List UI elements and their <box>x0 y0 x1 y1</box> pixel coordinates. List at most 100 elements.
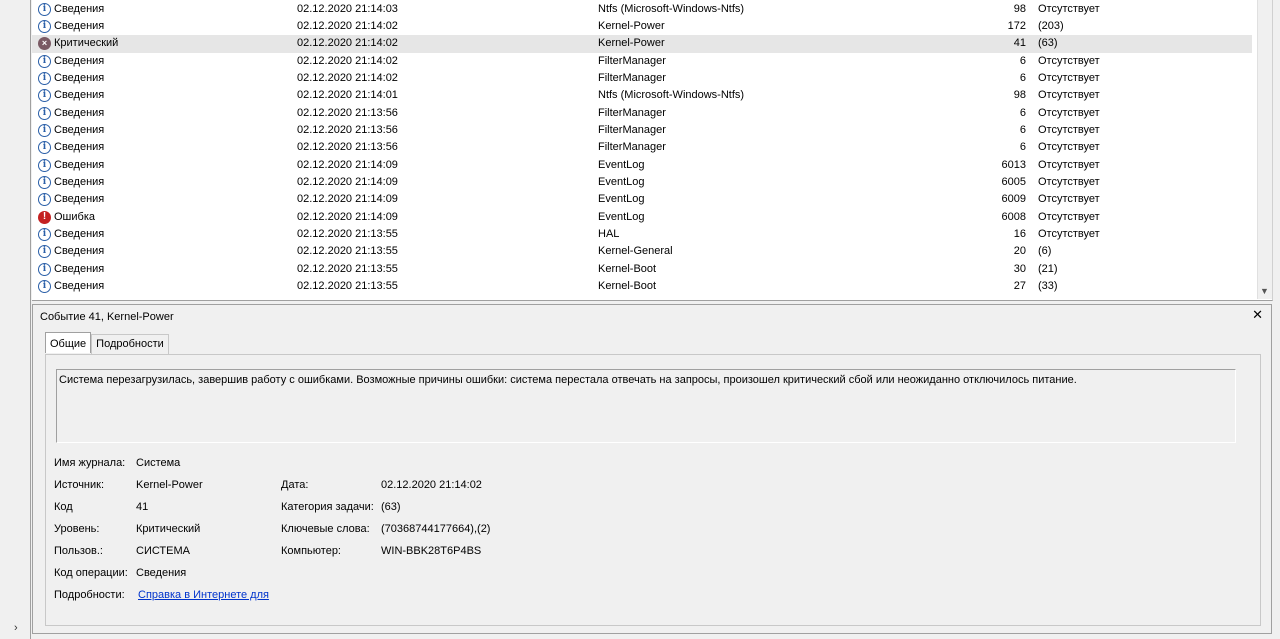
source-cell: EventLog <box>598 176 645 188</box>
info-icon: i <box>38 71 51 85</box>
event-id-cell: 16 <box>1013 228 1026 241</box>
table-row[interactable]: i Сведения 02.12.2020 21:14:02 FilterManage… <box>32 53 1252 70</box>
source-cell: Kernel-Power <box>598 19 665 32</box>
event-id-cell: 98 <box>1013 89 1026 102</box>
level-cell: i Сведения <box>38 261 278 278</box>
tab-details[interactable]: Подробности <box>91 334 169 354</box>
level-cell: i Сведения <box>38 1 278 18</box>
event-id-cell: 6009 <box>1001 193 1026 206</box>
task-category-cell: Отсутствует <box>1038 123 1100 136</box>
table-row[interactable]: i Сведения 02.12.2020 21:13:55 Kernel-Boot 2… <box>32 278 1252 295</box>
table-row[interactable]: i Сведения 02.12.2020 21:13:55 HAL 16 Отсутст… <box>32 226 1252 243</box>
table-row[interactable]: i Сведения 02.12.2020 21:14:09 EventLog 6013… <box>32 157 1252 174</box>
level-cell: i Сведения <box>38 53 278 70</box>
event-details-panel: Событие 41, Kernel-Power ✕ Общие Подробн… <box>32 304 1272 634</box>
level-text: Сведения <box>54 2 105 15</box>
table-row[interactable]: i Сведения 02.12.2020 21:13:56 FilterManage… <box>32 139 1252 156</box>
opcode-label: Код операции: <box>54 567 128 579</box>
task-category-cell: Отсутствует <box>1038 193 1100 206</box>
table-row[interactable]: i Сведения 02.12.2020 21:13:56 FilterManage… <box>32 122 1252 139</box>
source-cell: FilterManager <box>598 141 666 154</box>
level-cell: i Сведения <box>38 226 278 243</box>
computer-label: Компьютер: <box>281 545 341 557</box>
table-row[interactable]: i Сведения 02.12.2020 21:13:56 FilterManage… <box>32 105 1252 122</box>
event-id-cell: 6 <box>1019 71 1026 84</box>
date-cell: 02.12.2020 21:14:09 <box>297 176 398 188</box>
table-row[interactable]: i Сведения 02.12.2020 21:13:55 Kernel-Boot 3… <box>32 261 1252 278</box>
source-cell: EventLog <box>598 193 645 206</box>
level-cell: i Сведения <box>38 174 278 191</box>
date-cell: 02.12.2020 21:13:55 <box>297 262 398 275</box>
chevron-right-icon[interactable]: › <box>14 622 18 634</box>
task-category-cell: Отсутствует <box>1038 54 1100 67</box>
event-id-cell: 6008 <box>1001 210 1026 223</box>
table-row[interactable]: i Сведения 02.12.2020 21:14:09 EventLog 6005… <box>32 174 1252 191</box>
table-row[interactable]: i Сведения 02.12.2020 21:14:09 EventLog 6009… <box>32 191 1252 208</box>
task-category-cell: (21) <box>1038 262 1058 275</box>
event-id-cell: 41 <box>1013 37 1026 50</box>
description-box[interactable]: Система перезагрузилась, завершив работу… <box>56 369 1236 443</box>
online-help-link[interactable]: Справка в Интернете для <box>138 589 269 601</box>
event-id-cell: 6 <box>1019 123 1026 136</box>
date-cell: 02.12.2020 21:14:02 <box>297 37 398 50</box>
source-cell: Kernel-Boot <box>598 280 657 293</box>
task-category-cell: Отсутствует <box>1038 141 1100 154</box>
info-icon: i <box>38 19 51 33</box>
keywords-label: Ключевые слова: <box>281 523 370 535</box>
source-value: Kernel-Power <box>136 479 203 491</box>
log-name-label: Имя журнала: <box>54 457 126 469</box>
scroll-down-icon[interactable]: ▼ <box>1260 286 1269 296</box>
level-cell: i Сведения <box>38 122 278 139</box>
date-cell: 02.12.2020 21:14:02 <box>297 71 398 84</box>
task-category-value: (63) <box>381 501 401 513</box>
table-row[interactable]: i Сведения 02.12.2020 21:14:01 Ntfs (Micros… <box>32 87 1252 104</box>
event-description: Система перезагрузилась, завершив работу… <box>59 374 1077 386</box>
code-label: Код <box>54 501 73 513</box>
tab-general[interactable]: Общие <box>45 332 92 353</box>
level-value: Критический <box>136 523 201 535</box>
vertical-scrollbar[interactable]: ▼ <box>1257 0 1272 299</box>
event-id-cell: 6 <box>1019 54 1026 67</box>
task-category-cell: Отсутствует <box>1038 2 1100 15</box>
task-category-cell: (6) <box>1038 245 1052 258</box>
date-cell: 02.12.2020 21:13:56 <box>297 106 398 119</box>
event-id-cell: 6 <box>1019 106 1026 119</box>
event-id-cell: 6013 <box>1001 158 1026 171</box>
level-cell: i Сведения <box>38 139 278 156</box>
code-value: 41 <box>136 501 149 513</box>
splitter[interactable] <box>30 0 31 639</box>
info-icon: i <box>38 228 51 242</box>
table-row[interactable]: i Сведения 02.12.2020 21:14:02 FilterManage… <box>32 70 1252 87</box>
info-icon: i <box>38 176 51 189</box>
events-list[interactable]: i Сведения 02.12.2020 21:14:03 Ntfs (Micros… <box>32 0 1273 301</box>
event-id-cell: 98 <box>1013 2 1026 15</box>
level-cell: × Критический <box>38 35 278 52</box>
date-cell: 02.12.2020 21:14:09 <box>297 210 398 223</box>
source-cell: EventLog <box>598 210 645 223</box>
event-id-cell: 172 <box>1007 19 1026 32</box>
level-text: Сведения <box>54 280 105 293</box>
table-row[interactable]: i Сведения 02.12.2020 21:13:55 Kernel-Gener… <box>32 243 1252 260</box>
level-cell: i Сведения <box>38 70 278 87</box>
info-icon: i <box>38 106 51 120</box>
date-cell: 02.12.2020 21:14:03 <box>297 2 398 15</box>
level-text: Сведения <box>54 193 105 206</box>
date-cell: 02.12.2020 21:14:09 <box>297 193 398 206</box>
task-category-cell: Отсутствует <box>1038 228 1100 241</box>
task-category-cell: (33) <box>1038 280 1058 293</box>
table-row[interactable]: × Критический 02.12.2020 21:14:02 Kernel-Po… <box>32 35 1252 53</box>
task-category-cell: (203) <box>1038 19 1064 32</box>
table-row[interactable]: i Сведения 02.12.2020 21:14:02 Kernel-Power… <box>32 18 1252 35</box>
close-icon[interactable]: ✕ <box>1252 307 1263 323</box>
level-text: Сведения <box>54 54 105 67</box>
level-text: Сведения <box>54 89 105 102</box>
table-row[interactable]: i Сведения 02.12.2020 21:14:03 Ntfs (Micros… <box>32 1 1252 18</box>
date-cell: 02.12.2020 21:14:09 <box>297 158 398 171</box>
info-icon: i <box>38 280 51 294</box>
level-text: Критический <box>54 37 119 50</box>
opcode-value: Сведения <box>136 567 187 579</box>
level-text: Сведения <box>54 71 105 84</box>
info-icon: i <box>38 158 51 172</box>
task-category-cell: Отсутствует <box>1038 210 1100 223</box>
table-row[interactable]: ! Ошибка 02.12.2020 21:14:09 EventLog 6008 От… <box>32 209 1252 226</box>
